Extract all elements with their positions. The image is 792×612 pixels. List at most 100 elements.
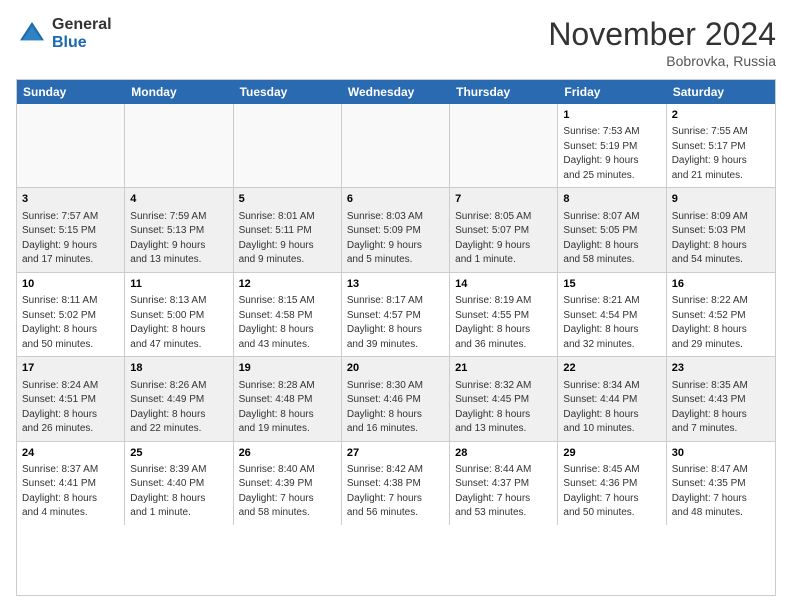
day-info: Sunrise: 8:37 AM Sunset: 4:41 PM Dayligh… (22, 463, 119, 521)
calendar-header-cell: Thursday (450, 80, 558, 104)
day-info: Sunrise: 8:47 AM Sunset: 4:35 PM Dayligh… (672, 463, 770, 521)
calendar-cell (342, 104, 450, 187)
day-number: 17 (22, 361, 119, 376)
calendar-cell: 18Sunrise: 8:26 AM Sunset: 4:49 PM Dayli… (125, 357, 233, 440)
day-info: Sunrise: 8:19 AM Sunset: 4:55 PM Dayligh… (455, 294, 552, 352)
day-info: Sunrise: 8:07 AM Sunset: 5:05 PM Dayligh… (563, 210, 660, 268)
calendar-cell: 25 Sunrise: 8:39 AM Sunset: 4:40 PM Dayli… (125, 442, 233, 525)
day-number: 6 (347, 192, 444, 207)
calendar: SundayMondayTuesdayWednesdayThursdayFrid… (16, 79, 776, 596)
day-number: 29 (563, 446, 660, 461)
day-info: Sunrise: 8:26 AM Sunset: 4:49 PM Dayligh… (130, 379, 227, 437)
day-info: Sunrise: 8:30 AM Sunset: 4:46 PM Dayligh… (347, 379, 444, 437)
day-info: Sunrise: 8:24 AM Sunset: 4:51 PM Dayligh… (22, 379, 119, 437)
calendar-cell: 10 Sunrise: 8:11 AM Sunset: 5:02 PM Dayli… (17, 273, 125, 356)
calendar-cell: 19 Sunrise: 8:28 AM Sunset: 4:48 PM Dayli… (234, 357, 342, 440)
day-info: Sunrise: 7:55 AM Sunset: 5:17 PM Dayligh… (672, 125, 770, 183)
calendar-cell: 1 Sunrise: 7:53 AM Sunset: 5:19 PM Daylig… (558, 104, 666, 187)
logo-general: General (52, 16, 112, 34)
calendar-cell: 21 Sunrise: 8:32 AM Sunset: 4:45 PM Dayli… (450, 357, 558, 440)
day-number: 19 (239, 361, 336, 376)
day-number: 27 (347, 446, 444, 461)
calendar-cell: 15 Sunrise: 8:21 AM Sunset: 4:54 PM Dayli… (558, 273, 666, 356)
day-info: Sunrise: 8:34 AM Sunset: 4:44 PM Dayligh… (563, 379, 660, 437)
logo-blue: Blue (52, 34, 112, 52)
day-number: 26 (239, 446, 336, 461)
day-number: 15 (563, 277, 660, 292)
calendar-header: SundayMondayTuesdayWednesdayThursdayFrid… (17, 80, 775, 104)
day-number: 23 (672, 361, 770, 376)
calendar-header-cell: Sunday (17, 80, 125, 104)
calendar-cell (125, 104, 233, 187)
calendar-cell: 12 Sunrise: 8:15 AM Sunset: 4:58 PM Dayli… (234, 273, 342, 356)
day-info: Sunrise: 8:22 AM Sunset: 4:52 PM Dayligh… (672, 294, 770, 352)
day-number: 7 (455, 192, 552, 207)
calendar-cell: 16 Sunrise: 8:22 AM Sunset: 4:52 PM Dayli… (667, 273, 775, 356)
calendar-body: 1 Sunrise: 7:53 AM Sunset: 5:19 PM Daylig… (17, 104, 775, 525)
day-info: Sunrise: 8:40 AM Sunset: 4:39 PM Dayligh… (239, 463, 336, 521)
page: General Blue November 2024 Bobrovka, Rus… (0, 0, 792, 612)
calendar-cell: 2 Sunrise: 7:55 AM Sunset: 5:17 PM Daylig… (667, 104, 775, 187)
calendar-row: 3 Sunrise: 7:57 AM Sunset: 5:15 PM Daylig… (17, 188, 775, 272)
day-number: 10 (22, 277, 119, 292)
calendar-cell: 3 Sunrise: 7:57 AM Sunset: 5:15 PM Daylig… (17, 188, 125, 271)
calendar-row: 24 Sunrise: 8:37 AM Sunset: 4:41 PM Dayli… (17, 442, 775, 525)
day-info: Sunrise: 7:57 AM Sunset: 5:15 PM Dayligh… (22, 210, 119, 268)
day-number: 5 (239, 192, 336, 207)
calendar-cell: 24 Sunrise: 8:37 AM Sunset: 4:41 PM Dayli… (17, 442, 125, 525)
calendar-header-cell: Friday (558, 80, 666, 104)
day-number: 4 (130, 192, 227, 207)
calendar-header-cell: Wednesday (342, 80, 450, 104)
day-number: 28 (455, 446, 552, 461)
header: General Blue November 2024 Bobrovka, Rus… (16, 16, 776, 69)
calendar-cell: 30 Sunrise: 8:47 AM Sunset: 4:35 PM Dayli… (667, 442, 775, 525)
location: Bobrovka, Russia (548, 53, 776, 69)
calendar-cell: 5Sunrise: 8:01 AM Sunset: 5:11 PM Daylig… (234, 188, 342, 271)
calendar-cell: 28Sunrise: 8:44 AM Sunset: 4:37 PM Dayli… (450, 442, 558, 525)
calendar-row: 1 Sunrise: 7:53 AM Sunset: 5:19 PM Daylig… (17, 104, 775, 188)
calendar-header-cell: Saturday (667, 80, 775, 104)
calendar-cell: 14 Sunrise: 8:19 AM Sunset: 4:55 PM Dayli… (450, 273, 558, 356)
day-number: 14 (455, 277, 552, 292)
day-info: Sunrise: 8:28 AM Sunset: 4:48 PM Dayligh… (239, 379, 336, 437)
calendar-cell (234, 104, 342, 187)
day-number: 16 (672, 277, 770, 292)
day-info: Sunrise: 8:11 AM Sunset: 5:02 PM Dayligh… (22, 294, 119, 352)
day-number: 1 (563, 108, 660, 123)
day-number: 12 (239, 277, 336, 292)
calendar-cell: 23Sunrise: 8:35 AM Sunset: 4:43 PM Dayli… (667, 357, 775, 440)
calendar-cell: 4Sunrise: 7:59 AM Sunset: 5:13 PM Daylig… (125, 188, 233, 271)
day-number: 8 (563, 192, 660, 207)
day-number: 22 (563, 361, 660, 376)
day-info: Sunrise: 8:15 AM Sunset: 4:58 PM Dayligh… (239, 294, 336, 352)
day-number: 25 (130, 446, 227, 461)
calendar-cell: 11 Sunrise: 8:13 AM Sunset: 5:00 PM Dayli… (125, 273, 233, 356)
calendar-cell: 27 Sunrise: 8:42 AM Sunset: 4:38 PM Dayli… (342, 442, 450, 525)
day-info: Sunrise: 7:53 AM Sunset: 5:19 PM Dayligh… (563, 125, 660, 183)
day-info: Sunrise: 8:17 AM Sunset: 4:57 PM Dayligh… (347, 294, 444, 352)
day-info: Sunrise: 8:39 AM Sunset: 4:40 PM Dayligh… (130, 463, 227, 521)
calendar-cell: 13Sunrise: 8:17 AM Sunset: 4:57 PM Dayli… (342, 273, 450, 356)
day-info: Sunrise: 8:05 AM Sunset: 5:07 PM Dayligh… (455, 210, 552, 268)
day-info: Sunrise: 8:03 AM Sunset: 5:09 PM Dayligh… (347, 210, 444, 268)
calendar-row: 10 Sunrise: 8:11 AM Sunset: 5:02 PM Dayli… (17, 273, 775, 357)
calendar-row: 17 Sunrise: 8:24 AM Sunset: 4:51 PM Dayli… (17, 357, 775, 441)
logo: General Blue (16, 16, 112, 51)
calendar-cell: 22 Sunrise: 8:34 AM Sunset: 4:44 PM Dayli… (558, 357, 666, 440)
day-info: Sunrise: 8:21 AM Sunset: 4:54 PM Dayligh… (563, 294, 660, 352)
calendar-cell: 20Sunrise: 8:30 AM Sunset: 4:46 PM Dayli… (342, 357, 450, 440)
day-number: 11 (130, 277, 227, 292)
title-block: November 2024 Bobrovka, Russia (548, 16, 776, 69)
calendar-cell (450, 104, 558, 187)
logo-icon (16, 18, 48, 50)
day-number: 2 (672, 108, 770, 123)
calendar-cell: 6 Sunrise: 8:03 AM Sunset: 5:09 PM Daylig… (342, 188, 450, 271)
calendar-cell: 7 Sunrise: 8:05 AM Sunset: 5:07 PM Daylig… (450, 188, 558, 271)
day-number: 3 (22, 192, 119, 207)
day-number: 21 (455, 361, 552, 376)
day-number: 24 (22, 446, 119, 461)
day-number: 30 (672, 446, 770, 461)
day-info: Sunrise: 8:32 AM Sunset: 4:45 PM Dayligh… (455, 379, 552, 437)
day-info: Sunrise: 8:42 AM Sunset: 4:38 PM Dayligh… (347, 463, 444, 521)
day-info: Sunrise: 8:13 AM Sunset: 5:00 PM Dayligh… (130, 294, 227, 352)
